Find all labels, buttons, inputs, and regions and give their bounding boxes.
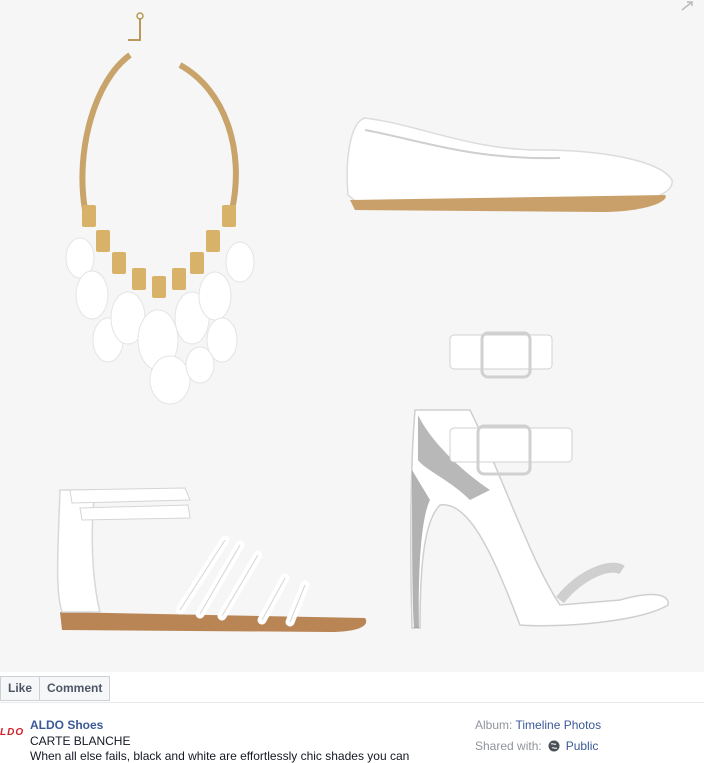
post-title: CARTE BLANCHE: [30, 734, 131, 748]
product-collage: [56, 12, 673, 632]
like-button[interactable]: Like: [0, 676, 41, 701]
album-link[interactable]: Timeline Photos: [515, 718, 601, 732]
necklace-icon: [65, 12, 255, 405]
loafer-icon: [346, 117, 673, 212]
post-photo[interactable]: [0, 0, 704, 672]
page-name-link[interactable]: ALDO Shoes: [30, 718, 103, 732]
shared-row: Shared with: Public: [475, 739, 598, 753]
album-label: Album:: [475, 718, 513, 732]
post-caption: When all else fails, black and white are…: [30, 749, 410, 763]
comment-button[interactable]: Comment: [40, 676, 111, 701]
shared-label: Shared with:: [475, 739, 542, 753]
gladiator-sandal-icon: [56, 487, 367, 632]
high-heel-sandal-icon: [410, 331, 669, 629]
page-avatar[interactable]: LDO: [0, 727, 24, 738]
post-info-bar: LDO ALDO Shoes CARTE BLANCHE When all el…: [0, 702, 704, 763]
globe-icon: [548, 740, 560, 752]
privacy-public-link[interactable]: Public: [566, 739, 599, 753]
album-row: Album: Timeline Photos: [475, 718, 601, 732]
action-bar: Like Comment: [0, 676, 111, 701]
expand-icon[interactable]: [680, 0, 694, 12]
